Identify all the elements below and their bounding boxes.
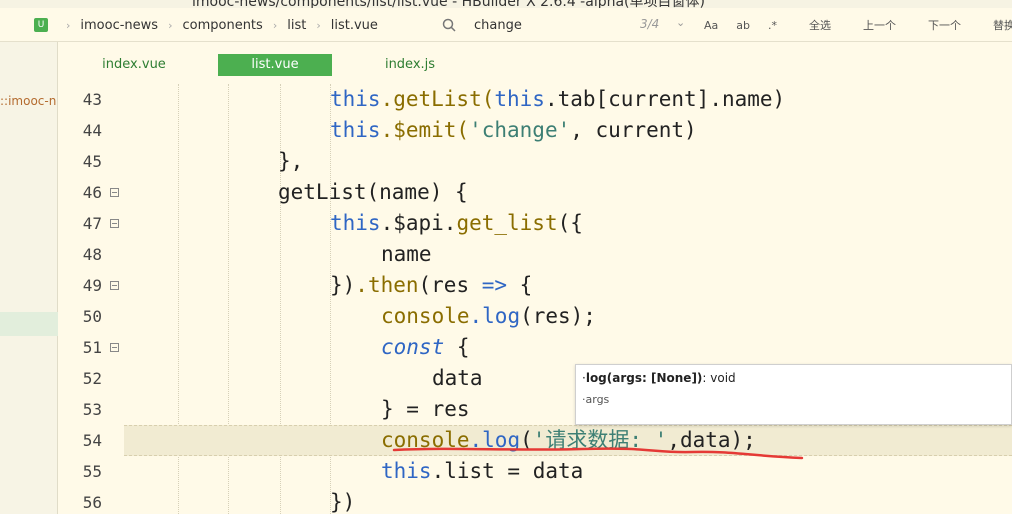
- code-token: }): [330, 490, 356, 514]
- code-token: this: [330, 118, 381, 142]
- tooltip-argument: ·args: [582, 393, 610, 406]
- whole-word-toggle[interactable]: ab: [736, 19, 750, 32]
- breadcrumb-item-subfolder[interactable]: list: [287, 18, 306, 33]
- parameter-hint-tooltip: ·log(args: [None]): void ·args: [575, 364, 1012, 425]
- code-token: .then: [355, 273, 419, 297]
- code-token: },: [278, 149, 304, 173]
- find-bar: 3/4 ⌄: [434, 8, 694, 42]
- breadcrumb: U › imooc-news › components › list › lis…: [34, 8, 378, 42]
- code-token: } = res: [381, 397, 470, 421]
- line-number: 45: [82, 152, 102, 171]
- code-line: 45 },: [68, 146, 1012, 177]
- line-number: 47: [82, 214, 102, 233]
- code-token: (res: [418, 273, 482, 297]
- chevron-right-icon: ›: [66, 18, 71, 32]
- code-token: , current): [570, 118, 697, 142]
- line-number: 46: [82, 183, 102, 202]
- line-number: 53: [82, 400, 102, 419]
- fold-toggle[interactable]: [110, 188, 119, 197]
- fold-toggle[interactable]: [110, 343, 119, 352]
- code-line: 44 this.$emit('change', current): [68, 115, 1012, 146]
- code-token: }): [330, 273, 356, 297]
- find-next-button[interactable]: 下一个: [928, 17, 961, 33]
- code-token: data: [432, 366, 483, 390]
- code-token: get_list: [456, 211, 558, 235]
- line-number: 49: [82, 276, 102, 295]
- code-token: {: [444, 335, 470, 359]
- code-token: console: [381, 304, 470, 328]
- sidebar-selected-item[interactable]: [0, 312, 58, 336]
- red-underline-annotation: [392, 447, 804, 460]
- code-token: this: [494, 87, 545, 111]
- editor-tabs: index.vue list.vue index.js: [68, 54, 1012, 78]
- code-token: const: [381, 335, 445, 359]
- line-number: 55: [82, 462, 102, 481]
- search-icon: [442, 18, 456, 32]
- chevron-right-icon: ›: [272, 18, 278, 32]
- find-previous-button[interactable]: 上一个: [863, 17, 896, 33]
- code-line: 46 getList(name) {: [68, 177, 1012, 208]
- tooltip-arg-name: args: [585, 393, 610, 406]
- line-number: 43: [82, 90, 102, 109]
- find-input[interactable]: [474, 16, 624, 34]
- line-number: 51: [82, 338, 102, 357]
- tooltip-signature: ·log(args: [None]): void: [582, 371, 736, 385]
- code-token: (res);: [520, 304, 596, 328]
- code-token: .getList(: [380, 87, 495, 111]
- code-line: 49 }).then(res => {: [68, 270, 1012, 301]
- tooltip-return-type: : void: [702, 371, 736, 385]
- vue-file-icon: U: [34, 18, 48, 32]
- code-line: 56 }): [68, 487, 1012, 514]
- code-token: .$api.: [380, 211, 457, 235]
- code-token: =>: [481, 273, 508, 297]
- code-token: ({: [557, 211, 583, 235]
- editor-toolbar: U › imooc-news › components › list › lis…: [0, 8, 1012, 42]
- code-token: .$emit(: [380, 118, 470, 142]
- replace-toggle-button[interactable]: 替换区<<: [993, 17, 1012, 33]
- code-line: 43 this.getList(this.tab[current].name): [68, 84, 1012, 115]
- match-count: 3/4: [640, 17, 660, 31]
- select-all-button[interactable]: 全选: [809, 17, 831, 33]
- code-line: 47 this.$api.get_list({: [68, 208, 1012, 239]
- line-number: 48: [82, 245, 102, 264]
- sidebar-item-project[interactable]: ::imooc-n: [0, 94, 56, 108]
- tooltip-params: (args: [None]): [606, 371, 703, 385]
- line-number: 44: [82, 121, 102, 140]
- code-token: this: [330, 211, 381, 235]
- regex-toggle[interactable]: .*: [768, 19, 777, 32]
- window-title: imooc-news/components/list/list.vue - HB…: [192, 0, 705, 8]
- code-token: getList(name) {: [278, 180, 468, 204]
- code-line: 48 name: [68, 239, 1012, 270]
- breadcrumb-item-folder[interactable]: components: [182, 18, 262, 33]
- code-token: 'change': [469, 118, 571, 142]
- fold-toggle[interactable]: [110, 281, 119, 290]
- line-number: 54: [82, 431, 102, 450]
- code-line: 51 const {: [68, 332, 1012, 363]
- find-options: Aa ab .* 全选 上一个 下一个 替换区<<: [704, 8, 1012, 42]
- breadcrumb-item-file[interactable]: list.vue: [331, 18, 378, 33]
- code-token: .tab[current].name): [544, 87, 786, 111]
- project-sidebar: ::imooc-n: [0, 42, 58, 514]
- code-line: 50 console.log(res);: [68, 301, 1012, 332]
- match-case-toggle[interactable]: Aa: [704, 19, 718, 32]
- chevron-down-icon[interactable]: ⌄: [676, 16, 685, 29]
- tab-list-vue[interactable]: list.vue: [218, 54, 332, 76]
- code-token: .log: [469, 304, 521, 328]
- fold-toggle[interactable]: [110, 219, 119, 228]
- line-number: 52: [82, 369, 102, 388]
- tooltip-function-name: log: [585, 371, 607, 385]
- breadcrumb-item-project[interactable]: imooc-news: [80, 18, 158, 33]
- chevron-right-icon: ›: [168, 18, 173, 32]
- code-token: name: [381, 242, 432, 266]
- tab-index-vue[interactable]: index.vue: [68, 54, 200, 76]
- chevron-right-icon: ›: [316, 18, 321, 32]
- line-number: 50: [82, 307, 102, 326]
- window-titlebar: imooc-news/components/list/list.vue - HB…: [0, 0, 1012, 8]
- code-token: this: [330, 87, 381, 111]
- line-number: 56: [82, 493, 102, 512]
- tab-index-js[interactable]: index.js: [350, 54, 470, 76]
- code-token: {: [507, 273, 533, 297]
